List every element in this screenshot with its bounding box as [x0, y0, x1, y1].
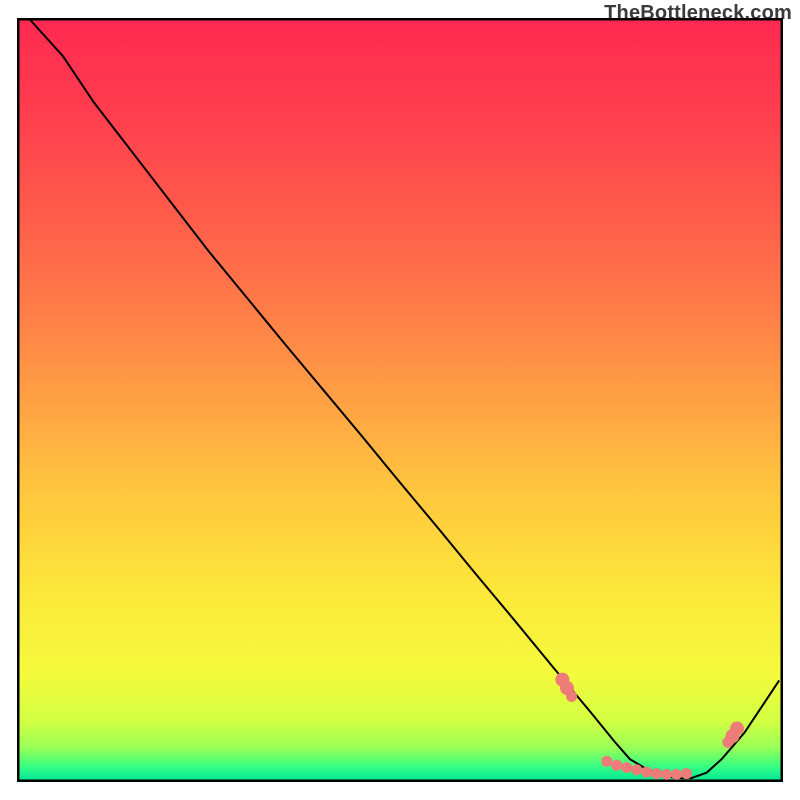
marker-dot	[621, 762, 632, 773]
chart-plot-area	[17, 18, 783, 782]
marker-dot	[651, 768, 662, 779]
marker-dot	[730, 722, 744, 736]
gradient-background	[17, 18, 783, 782]
marker-dot	[671, 769, 682, 780]
marker-dot	[681, 768, 692, 779]
marker-dot	[631, 764, 642, 775]
chart-container: TheBottleneck.com	[0, 0, 800, 800]
marker-dot	[661, 769, 672, 780]
marker-dot	[601, 756, 612, 767]
marker-dot	[611, 760, 622, 771]
chart-svg	[17, 18, 783, 782]
marker-dot	[566, 691, 577, 702]
marker-dot	[641, 767, 652, 778]
